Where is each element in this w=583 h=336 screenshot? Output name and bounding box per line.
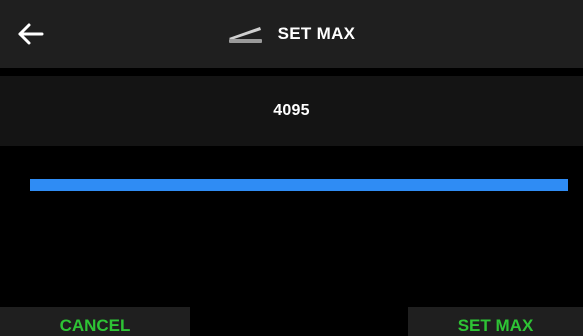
back-button[interactable]	[16, 18, 48, 50]
level-bar	[30, 179, 568, 191]
arrow-left-icon	[18, 23, 44, 45]
page-title: SET MAX	[277, 24, 356, 43]
title-group: SET MAX	[0, 0, 583, 68]
expression-pedal-icon	[228, 27, 262, 43]
max-value-readout: 4095	[273, 102, 310, 119]
set-max-screen: SET MAX 4095 CANCEL SET MAX	[0, 0, 583, 336]
value-panel: 4095	[0, 76, 583, 146]
level-bar-fill	[30, 179, 568, 191]
set-max-button[interactable]: SET MAX	[408, 307, 583, 336]
header-bar: SET MAX	[0, 0, 583, 68]
cancel-button[interactable]: CANCEL	[0, 307, 190, 336]
